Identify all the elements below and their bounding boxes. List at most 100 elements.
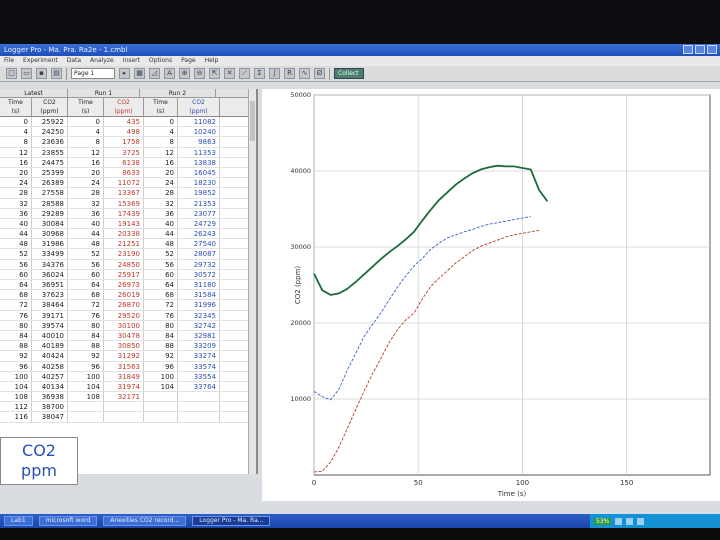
table-cell[interactable]: 68	[144, 290, 178, 300]
table-cell[interactable]: 84	[0, 330, 32, 341]
table-cell[interactable]: 9863	[178, 137, 220, 147]
table-row[interactable]: 84 40010 84 30478 84 32981	[0, 330, 256, 342]
table-cell[interactable]: 33499	[32, 249, 68, 259]
table-cell[interactable]: 76	[68, 310, 104, 320]
table-cell[interactable]: 34376	[32, 259, 68, 269]
table-cell[interactable]: 27558	[32, 188, 68, 198]
table-cell[interactable]: 68	[0, 290, 32, 300]
table-cell[interactable]: 92	[144, 351, 178, 361]
menu-insert[interactable]: Insert	[123, 56, 140, 66]
table-cell[interactable]: 108	[0, 392, 32, 402]
table-cell[interactable]: 37623	[32, 290, 68, 300]
table-row[interactable]: 88 40189 88 30850 88 33209	[0, 341, 256, 352]
table-cell[interactable]: 40010	[32, 330, 68, 341]
table-cell[interactable]: 16	[0, 157, 32, 167]
menu-help[interactable]: Help	[205, 56, 219, 66]
column-header[interactable]: CO2 (ppm)	[32, 98, 68, 116]
table-row[interactable]: 32 28588 32 15369 32 21353	[0, 198, 256, 209]
table-cell[interactable]: 435	[104, 117, 144, 127]
table-cell[interactable]: 80	[0, 320, 32, 330]
table-cell[interactable]: 40	[68, 218, 104, 229]
table-cell[interactable]: 20	[0, 167, 32, 178]
table-cell[interactable]: 100	[144, 371, 178, 381]
table-cell[interactable]: 24	[0, 178, 32, 188]
table-cell[interactable]: 64	[68, 280, 104, 290]
table-cell[interactable]	[178, 392, 220, 402]
table-cell[interactable]: 88	[68, 341, 104, 351]
table-cell[interactable]: 23077	[178, 208, 220, 218]
table-cell[interactable]: 52	[0, 249, 32, 259]
table-cell[interactable]: 30478	[104, 330, 144, 341]
table-row[interactable]: 68 37623 68 26019 68 31584	[0, 290, 256, 301]
table-cell[interactable]: 40424	[32, 351, 68, 361]
table-cell[interactable]: 40258	[32, 361, 68, 371]
table-cell[interactable]: 40257	[32, 371, 68, 381]
table-cell[interactable]: 64	[144, 280, 178, 290]
table-cell[interactable]: 27540	[178, 239, 220, 249]
table-cell[interactable]: 32345	[178, 310, 220, 320]
table-cell[interactable]: 31584	[178, 290, 220, 300]
table-cell[interactable]: 48	[0, 239, 32, 249]
table-cell[interactable]: 60	[144, 269, 178, 279]
table-row[interactable]: 60 36024 60 25917 60 30572	[0, 269, 256, 280]
table-cell[interactable]: 10240	[178, 127, 220, 137]
table-cell[interactable]: 32	[0, 198, 32, 208]
table-cell[interactable]: 4	[144, 127, 178, 137]
integral-icon[interactable]: ∫	[269, 68, 280, 79]
zoom-out-icon[interactable]: ⊖	[194, 68, 205, 79]
table-cell[interactable]: 36951	[32, 280, 68, 290]
print-icon[interactable]: ▤	[51, 68, 62, 79]
table-cell[interactable]: 52	[144, 249, 178, 259]
table-cell[interactable]: 38700	[32, 402, 68, 412]
table-cell[interactable]: 8	[0, 137, 32, 147]
table-cell[interactable]: 38464	[32, 300, 68, 310]
table-cell[interactable]: 56	[144, 259, 178, 269]
table-cell[interactable]: 56	[68, 259, 104, 269]
table-cell[interactable]: 60	[0, 269, 32, 279]
examine-icon[interactable]: ✕	[224, 68, 235, 79]
table-cell[interactable]: 33764	[178, 381, 220, 392]
table-cell[interactable]: 25399	[32, 167, 68, 178]
table-cell[interactable]: 8	[68, 137, 104, 147]
table-cell[interactable]: 32	[144, 198, 178, 208]
table-cell[interactable]: 24	[68, 178, 104, 188]
table-row[interactable]: 56 34376 56 24850 56 29732	[0, 259, 256, 270]
table-cell[interactable]: 12	[144, 147, 178, 157]
table-cell[interactable]: 72	[68, 300, 104, 310]
table-cell[interactable]: 26870	[104, 300, 144, 310]
table-cell[interactable]: 29289	[32, 208, 68, 218]
table-row[interactable]: 20 25399 20 8633 20 16045	[0, 167, 256, 179]
table-cell[interactable]: 60	[68, 269, 104, 279]
page-select[interactable]: Page 1	[71, 68, 115, 79]
table-cell[interactable]: 31180	[178, 280, 220, 290]
table-cell[interactable]	[144, 402, 178, 412]
table-cell[interactable]: 100	[0, 371, 32, 381]
table-cell[interactable]: 36	[68, 208, 104, 218]
table-row[interactable]: 12 23855 12 3725 12 11353	[0, 147, 256, 158]
table-cell[interactable]: 30100	[104, 320, 144, 330]
table-cell[interactable]: 96	[68, 361, 104, 371]
table-cell[interactable]: 12	[68, 147, 104, 157]
table-cell[interactable]: 116	[0, 412, 32, 422]
table-cell[interactable]: 104	[0, 381, 32, 392]
table-cell[interactable]: 26019	[104, 290, 144, 300]
column-header[interactable]: Time (s)	[0, 98, 32, 116]
table-cell[interactable]: 24250	[32, 127, 68, 137]
table-cell[interactable]: 8633	[104, 167, 144, 178]
column-header[interactable]: Time (s)	[144, 98, 178, 116]
table-cell[interactable]: 64	[0, 280, 32, 290]
table-cell[interactable]: 18230	[178, 178, 220, 188]
menu-data[interactable]: Data	[67, 56, 81, 66]
table-cell[interactable]: 21353	[178, 198, 220, 208]
table-cell[interactable]: 20	[144, 167, 178, 178]
graph-icon[interactable]: ◿	[149, 68, 160, 79]
table-cell[interactable]: 29732	[178, 259, 220, 269]
table-cell[interactable]: 36	[144, 208, 178, 218]
table-row[interactable]: 8 23636 8 1758 8 9863	[0, 137, 256, 148]
table-cell[interactable]: 6138	[104, 157, 144, 167]
table-row[interactable]: 92 40424 92 31292 92 33274	[0, 351, 256, 362]
table-cell[interactable]: 4	[68, 127, 104, 137]
table-cell[interactable]: 25922	[32, 117, 68, 127]
table-cell[interactable]: 31996	[178, 300, 220, 310]
table-cell[interactable]: 84	[144, 330, 178, 341]
